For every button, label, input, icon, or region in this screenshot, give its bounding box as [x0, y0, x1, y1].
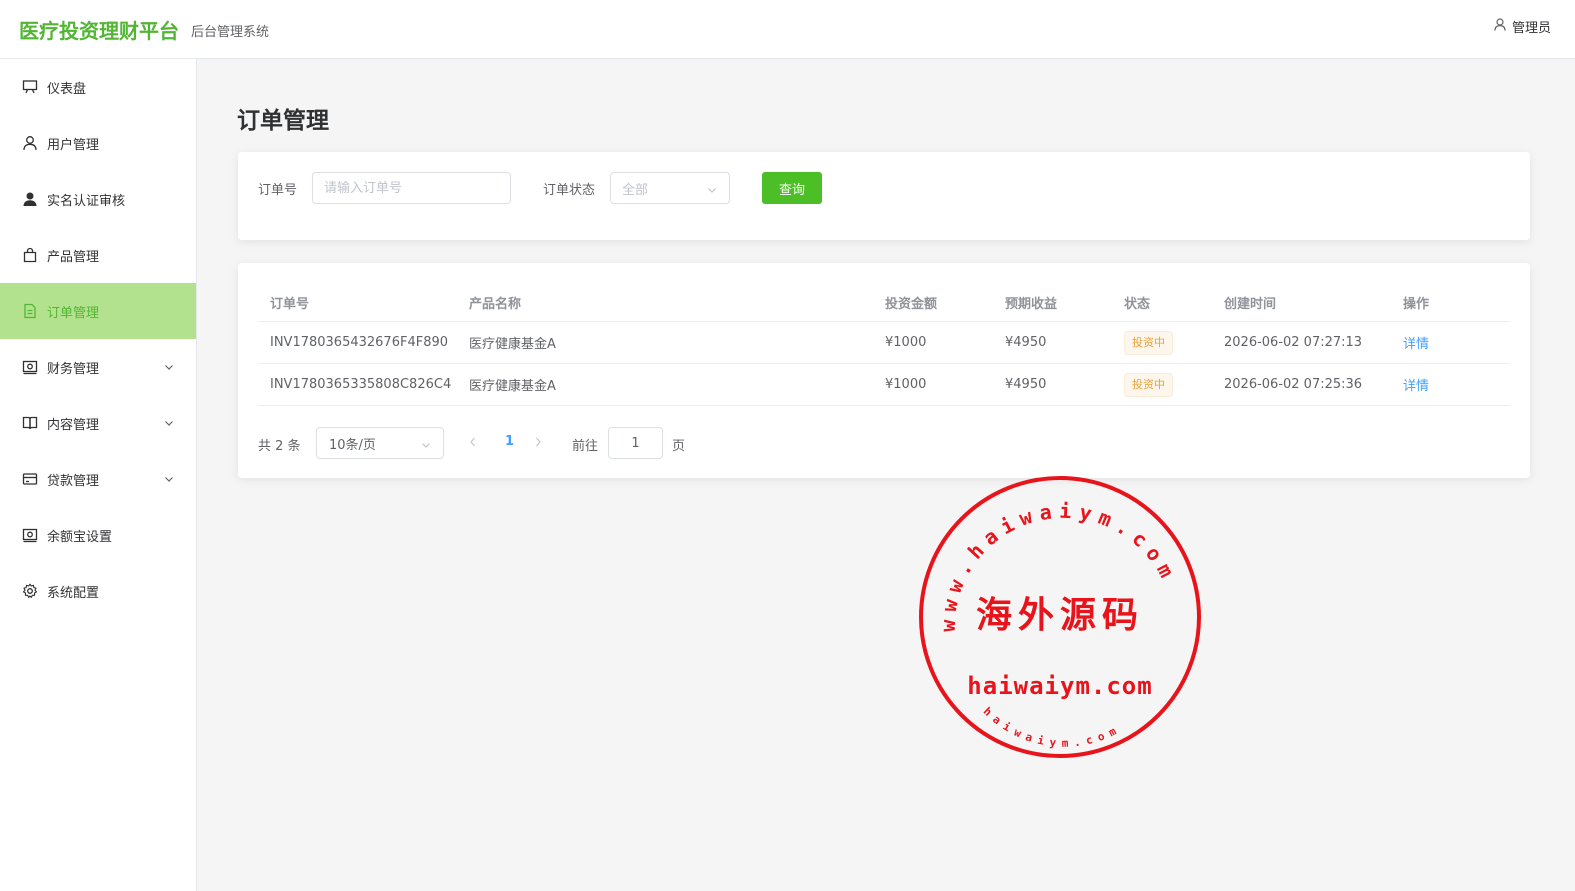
column-header-profit: 预期收益: [1005, 296, 1058, 312]
sidebar-item-label: 仪表盘: [47, 81, 87, 97]
column-header-product: 产品名称: [469, 296, 522, 312]
sidebar-item-balance-settings[interactable]: 余额宝设置: [0, 507, 196, 563]
top-header: 医疗投资理财平台 后台管理系统 管理员: [0, 0, 1575, 59]
profit-cell: ¥4950: [1005, 335, 1047, 350]
sidebar-item-products[interactable]: 产品管理: [0, 227, 196, 283]
status-badge: 投资中: [1124, 330, 1173, 355]
amount-cell: ¥1000: [885, 335, 927, 350]
presentation-board-icon: [22, 79, 38, 95]
order-no-field[interactable]: [312, 172, 511, 204]
goto-label: 前往: [572, 439, 599, 454]
sidebar-item-orders[interactable]: 订单管理: [0, 283, 196, 339]
amount-cell: ¥1000: [885, 377, 927, 392]
action-cell: 详情: [1403, 364, 1429, 405]
sidebar-item-label: 内容管理: [47, 417, 100, 433]
table-header-row: 订单号 产品名称 投资金额 预期收益 状态 创建时间 操作: [258, 283, 1510, 322]
order-no-input[interactable]: [324, 180, 510, 196]
product-cell: 医疗健康基金A: [469, 337, 556, 352]
page-title: 订单管理: [237, 108, 329, 134]
stamp-center-text: 海外源码: [976, 594, 1144, 636]
page-suffix: 页: [672, 439, 686, 454]
sidebar-item-system-config[interactable]: 系统配置: [0, 563, 196, 619]
stamp-domain-text: haiwaiym.com: [967, 672, 1152, 700]
chevron-down-icon: [707, 184, 717, 199]
goto-page-input[interactable]: 1: [608, 427, 663, 459]
shopping-bag-icon: [22, 247, 38, 263]
order-status-label: 订单状态: [543, 183, 596, 198]
sidebar-item-label: 余额宝设置: [47, 529, 113, 545]
gear-icon: [22, 583, 38, 599]
next-page-button[interactable]: [533, 435, 543, 453]
sidebar-item-label: 系统配置: [47, 585, 100, 601]
pagination: 共 2 条 10条/页 1 前往 1 页: [258, 427, 958, 459]
sidebar-item-label: 订单管理: [47, 305, 100, 321]
action-cell: 详情: [1403, 322, 1429, 363]
sidebar-item-content[interactable]: 内容管理: [0, 395, 196, 451]
query-button[interactable]: 查询: [762, 172, 822, 204]
search-form: 订单号 订单状态 全部 查询: [238, 152, 1530, 240]
wallet-icon: [22, 359, 38, 375]
order-no-cell: INV1780365432676F4F890: [270, 335, 449, 350]
status-cell: 投资中: [1124, 364, 1173, 405]
orders-table: 订单号 产品名称 投资金额 预期收益 状态 创建时间 操作 INV1780365…: [258, 283, 1510, 406]
sidebar-item-dashboard[interactable]: 仪表盘: [0, 59, 196, 115]
page-size-select[interactable]: 10条/页: [316, 427, 444, 459]
user-filled-icon: [22, 191, 38, 207]
column-header-action: 操作: [1403, 296, 1430, 312]
orders-table-card: 订单号 产品名称 投资金额 预期收益 状态 创建时间 操作 INV1780365…: [238, 263, 1530, 478]
status-badge: 投资中: [1124, 372, 1173, 397]
profit-cell: ¥4950: [1005, 377, 1047, 392]
user-menu[interactable]: 管理员: [1494, 17, 1551, 36]
column-header-status: 状态: [1124, 296, 1151, 312]
column-header-order-no: 订单号: [270, 296, 310, 312]
sidebar-item-label: 实名认证审核: [47, 193, 126, 209]
user-icon: [1494, 18, 1512, 35]
sidebar-item-label: 用户管理: [47, 137, 100, 153]
table-row: INV1780365432676F4F890 医疗健康基金A ¥1000 ¥49…: [258, 322, 1510, 364]
brand-subtitle: 后台管理系统: [191, 25, 270, 40]
watermark-stamp: www.haiwaiym.com 海外源码 haiwaiym.com haiwa…: [919, 476, 1201, 758]
sidebar-item-finance[interactable]: 财务管理: [0, 339, 196, 395]
order-status-select[interactable]: 全部: [610, 172, 730, 204]
credit-card-icon: [22, 471, 38, 487]
sidebar: 仪表盘 用户管理 实名认证审核 产品管理 订单管理 财务管理 内容管理 贷款管理…: [0, 59, 197, 891]
brand-title: 医疗投资理财平台: [19, 18, 179, 43]
sidebar-item-verification[interactable]: 实名认证审核: [0, 171, 196, 227]
user-icon: [22, 135, 38, 151]
status-cell: 投资中: [1124, 322, 1173, 363]
user-name: 管理员: [1511, 21, 1551, 36]
detail-link[interactable]: 详情: [1403, 375, 1429, 394]
page-number-current[interactable]: 1: [505, 434, 514, 449]
sidebar-item-label: 贷款管理: [47, 473, 100, 489]
chevron-down-icon: [421, 439, 431, 454]
pagination-total: 共 2 条: [258, 439, 301, 454]
product-cell: 医疗健康基金A: [469, 379, 556, 394]
sidebar-item-label: 产品管理: [47, 249, 100, 265]
chevron-down-icon: [164, 361, 174, 376]
prev-page-button[interactable]: [468, 435, 478, 453]
order-no-label: 订单号: [258, 183, 298, 198]
created-cell: 2026-06-02 07:25:36: [1224, 377, 1363, 392]
table-row: INV1780365335808C826C4 医疗健康基金A ¥1000 ¥49…: [258, 364, 1510, 406]
created-cell: 2026-06-02 07:27:13: [1224, 335, 1363, 350]
column-header-amount: 投资金额: [885, 296, 938, 312]
document-icon: [22, 303, 38, 319]
sidebar-item-users[interactable]: 用户管理: [0, 115, 196, 171]
chevron-down-icon: [164, 417, 174, 432]
sidebar-item-loans[interactable]: 贷款管理: [0, 451, 196, 507]
wallet-icon: [22, 527, 38, 543]
order-no-cell: INV1780365335808C826C4: [270, 377, 452, 392]
page-size-value: 10条/页: [329, 437, 376, 453]
sidebar-item-label: 财务管理: [47, 361, 100, 377]
column-header-created: 创建时间: [1224, 296, 1277, 312]
detail-link[interactable]: 详情: [1403, 333, 1429, 352]
order-status-value: 全部: [622, 182, 649, 198]
book-icon: [22, 415, 38, 431]
chevron-down-icon: [164, 473, 174, 488]
